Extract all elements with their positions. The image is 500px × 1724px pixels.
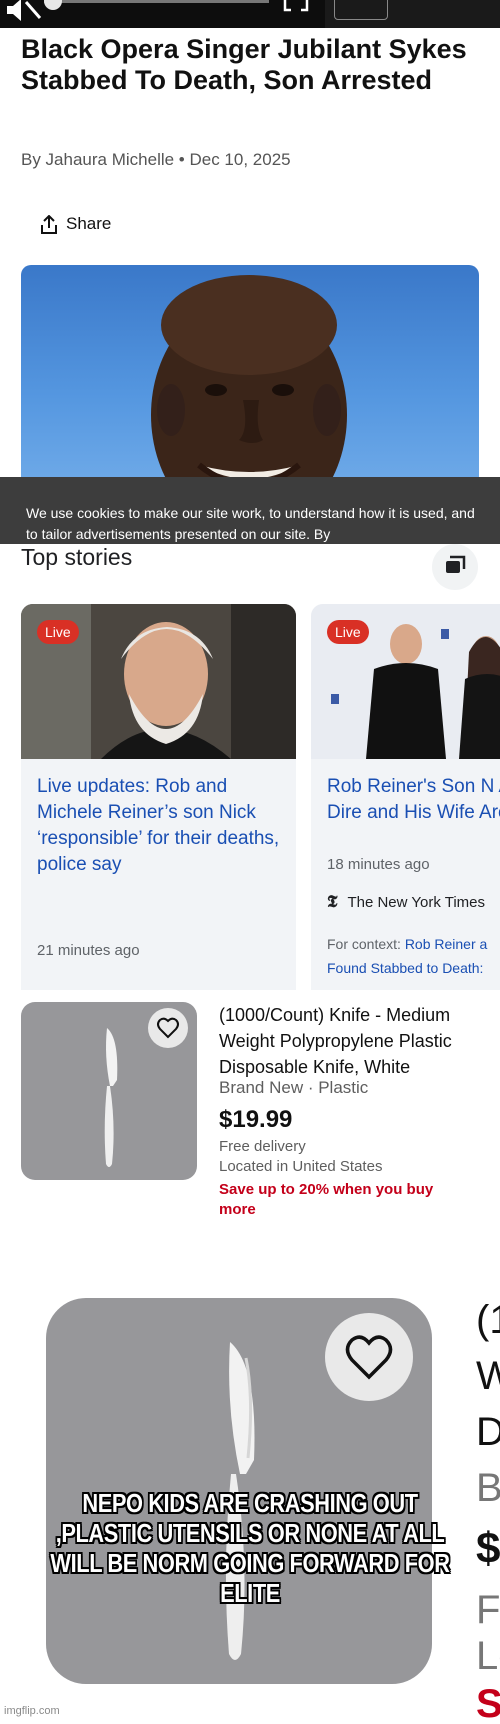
cutoff-title-char: W — [476, 1354, 500, 1398]
portrait-illustration — [151, 275, 347, 505]
cutoff-title-char: D — [476, 1410, 500, 1454]
product-delivery: Free delivery — [219, 1138, 306, 1155]
top-stories-panel: Top stories Live Live updates: Rob and M… — [0, 544, 500, 990]
watchlist-heart-button[interactable] — [148, 1008, 188, 1048]
video-control-bar — [0, 0, 500, 28]
cookie-text: We use cookies to make our site work, to… — [26, 505, 475, 542]
product-listing-panel: (1000/Count) Knife - Medium Weight Polyp… — [0, 990, 500, 1234]
product-condition: Brand New · Plastic — [219, 1078, 369, 1097]
live-badge: Live — [327, 620, 369, 644]
mute-icon[interactable] — [4, 0, 44, 22]
watchlist-heart-button[interactable] — [325, 1313, 413, 1401]
story-card[interactable]: Live Live updates: Rob and Michele Reine… — [21, 604, 296, 990]
source-name: The New York Times — [347, 894, 486, 911]
story-card[interactable]: Live Rob Reiner's Son N Arrested After D… — [311, 604, 500, 990]
cutoff-promo-char: S — [476, 1682, 500, 1724]
fullscreen-icon[interactable] — [283, 0, 309, 14]
story-photo: Live — [21, 604, 296, 759]
product-location: Located in United States — [219, 1158, 383, 1175]
context-link[interactable]: Rob Reiner a — [405, 936, 488, 952]
article-hero-image — [21, 265, 479, 505]
more-stories-icon[interactable] — [432, 544, 478, 590]
product-price: $19.99 — [219, 1106, 293, 1133]
product-promo: Save up to 20% when you buy more — [219, 1181, 434, 1218]
top-stories-title: Top stories — [21, 544, 133, 570]
heart-icon — [157, 1017, 179, 1039]
meme-caption: NEPO KIDS ARE CRASHING OUT ,PLASTIC UTEN… — [50, 1488, 450, 1608]
share-label: Share — [66, 214, 112, 233]
article-byline: By Jahaura Michelle • Dec 10, 2025 — [21, 150, 291, 169]
story-headline[interactable]: Live updates: Rob and Michele Reiner’s s… — [37, 774, 282, 878]
cutoff-location-char: Lo — [476, 1634, 500, 1678]
story-photo: Live — [311, 604, 500, 759]
story-source[interactable]: 𝕿 The New York Times — [327, 892, 485, 912]
cutoff-condition-char: B — [476, 1466, 500, 1510]
context-label: For context: — [327, 936, 401, 952]
video-thumbnail-box[interactable] — [334, 0, 388, 20]
cookie-banner: We use cookies to make our site work, to… — [0, 477, 500, 544]
nyt-logo-icon: 𝕿 — [327, 892, 338, 912]
cutoff-delivery-char: Fr — [476, 1588, 500, 1632]
article-headline: Black Opera Singer Jubilant Sykes Stabbe… — [21, 34, 467, 95]
cutoff-price-char: $ — [476, 1524, 500, 1573]
video-scrubber[interactable] — [44, 0, 269, 3]
article-panel: Black Opera Singer Jubilant Sykes Stabbe… — [0, 0, 500, 544]
product-title[interactable]: (1000/Count) Knife - Medium Weight Polyp… — [219, 1002, 489, 1080]
story-timestamp: 21 minutes ago — [37, 942, 140, 959]
cutoff-title-char: (1 — [476, 1298, 500, 1342]
context-link-2[interactable]: Found Stabbed to Death: — [327, 960, 483, 976]
heart-icon — [345, 1335, 393, 1380]
story-headline[interactable]: Rob Reiner's Son N Arrested After Dire a… — [327, 774, 500, 826]
live-badge: Live — [37, 620, 79, 644]
watermark: imgflip.com — [4, 1705, 60, 1717]
story-context: For context: Rob Reiner a Found Stabbed … — [327, 932, 487, 980]
story-timestamp: 18 minutes ago — [327, 856, 430, 873]
share-icon — [41, 214, 57, 234]
share-button[interactable]: Share — [40, 214, 111, 235]
